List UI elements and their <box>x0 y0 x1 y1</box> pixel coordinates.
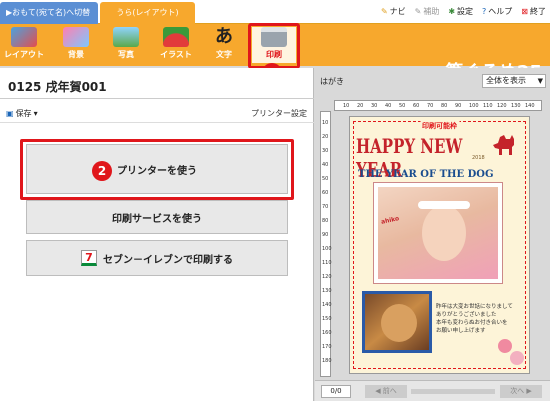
ruler-tick-label: 20 <box>322 134 329 140</box>
ruler-tick-label: 130 <box>322 288 332 294</box>
ruler-tick-label: 160 <box>322 330 332 336</box>
top-links: ✎ ナビ ✎ 補助 ✱ 設定 ? ヘルプ ⊠ 終了 <box>381 6 546 17</box>
greeting-text: 昨年は大変お世話になりまして ありがとうございました 本年も変わらぬお付き合いを… <box>436 304 513 334</box>
horizontal-scrollbar[interactable] <box>411 389 495 394</box>
ribbon-text-button[interactable]: あ 文字 <box>202 27 246 63</box>
step-badge-2: 2 <box>92 161 112 181</box>
ruler-tick-label: 130 <box>511 103 521 109</box>
ruler-tick-label: 100 <box>322 246 332 252</box>
divider <box>0 98 314 99</box>
prev-page-button[interactable]: ◀ 前へ <box>365 385 407 398</box>
ruler-tick-label: 110 <box>322 260 332 266</box>
baby-face <box>422 205 466 261</box>
dog-face <box>381 304 417 342</box>
vertical-ruler: 10 20 30 40 50 60 70 80 90 100 110 120 130 140 150 160 1… <box>320 111 332 377</box>
ruler-tick-label: 50 <box>322 176 329 182</box>
ruler-tick-label: 120 <box>322 274 332 280</box>
ruler-tick-label: 90 <box>455 103 462 109</box>
settings-link[interactable]: ✱ 設定 <box>448 6 473 17</box>
ruler-tick-label: 10 <box>322 120 329 126</box>
ruler-tick-label: 140 <box>322 302 332 308</box>
document-title: 0125 戌年賀001 <box>8 80 107 94</box>
ruler-tick-label: 110 <box>483 103 493 109</box>
photo-icon <box>113 27 139 47</box>
ruler-tick-label: 30 <box>322 148 329 154</box>
horizontal-ruler: 10 20 30 40 50 60 70 80 90 100 110 120 130 140 <box>334 100 542 111</box>
ruler-tick-label: 90 <box>322 232 329 238</box>
page-counter: 0/0 <box>321 385 351 398</box>
help-link[interactable]: ? ヘルプ <box>482 6 512 17</box>
text-icon: あ <box>215 26 233 47</box>
plum-flower-icon <box>498 339 512 353</box>
ruler-tick-label: 140 <box>525 103 535 109</box>
navi-link[interactable]: ✎ ナビ <box>381 6 406 17</box>
page-nav-bar: 0/0 ◀ 前へ 次へ ▶ <box>315 380 550 401</box>
preview-panel: はがき 全体を表示 ▼ 10 20 30 40 50 60 70 80 90 100 110 120 1… <box>315 68 550 401</box>
print-highlight-frame <box>248 23 300 69</box>
paper-size-label: はがき <box>320 77 344 86</box>
seven-eleven-logo-icon: 7 <box>81 250 97 266</box>
hokan-icon: ✎ <box>414 7 422 16</box>
dog-photo <box>362 291 432 353</box>
year-text: 2018 <box>472 155 485 161</box>
ruler-tick-label: 60 <box>413 103 420 109</box>
ruler-tick-label: 170 <box>322 344 332 350</box>
gear-icon: ✱ <box>448 7 456 16</box>
headband <box>418 201 470 209</box>
ruler-tick-label: 120 <box>497 103 507 109</box>
baby-photo: ahiko <box>374 183 502 283</box>
ribbon-layout-button[interactable]: レイアウト <box>2 27 46 63</box>
dog-silhouette-icon <box>493 135 514 155</box>
photo-caption: ahiko <box>380 215 400 226</box>
ruler-tick-label: 30 <box>371 103 378 109</box>
ruler-tick-label: 80 <box>441 103 448 109</box>
ribbon-background-button[interactable]: 背景 <box>54 27 98 63</box>
plum-flower-icon <box>510 351 524 365</box>
zoom-select[interactable]: 全体を表示 ▼ <box>482 74 546 88</box>
printable-area-label: 印刷可能枠 <box>420 121 459 131</box>
ruler-tick-label: 40 <box>385 103 392 109</box>
next-page-button[interactable]: 次へ ▶ <box>500 385 542 398</box>
exit-icon: ⊠ <box>521 7 528 16</box>
print-panel: 0125 戌年賀001 ▣ 保存 ▾ プリンター設定 プリンターを使う 2 印刷… <box>0 68 314 401</box>
save-menu-button[interactable]: ▣ 保存 ▾ <box>6 108 38 119</box>
save-icon: ▣ <box>6 109 14 118</box>
back-layout-tab[interactable]: うら(レイアウト) <box>100 2 195 24</box>
ruler-tick-label: 80 <box>322 218 329 224</box>
print-service-button[interactable]: 印刷サービスを使う <box>26 200 288 234</box>
watermelon-icon <box>163 27 189 47</box>
ruler-tick-label: 180 <box>322 358 332 364</box>
ruler-tick-label: 40 <box>322 162 329 168</box>
ribbon-illust-button[interactable]: イラスト <box>154 27 198 63</box>
navi-icon: ✎ <box>380 7 388 16</box>
divider <box>0 122 314 123</box>
layout-icon <box>11 27 37 47</box>
hokan-link[interactable]: ✎ 補助 <box>415 6 440 17</box>
postcard-preview: 印刷可能枠 HAPPY NEW YEAR 2018 THE YEAR OF TH… <box>349 116 530 374</box>
exit-link[interactable]: ⊠ 終了 <box>521 6 546 17</box>
ruler-tick-label: 70 <box>427 103 434 109</box>
help-icon: ? <box>482 7 487 16</box>
ruler-tick-label: 50 <box>399 103 406 109</box>
switch-to-front-tab[interactable]: ▶おもて(宛て名)へ切替 <box>0 2 98 24</box>
ruler-tick-label: 20 <box>357 103 364 109</box>
chevron-down-icon: ▾ <box>33 109 38 118</box>
printer-settings-button[interactable]: プリンター設定 <box>251 108 307 119</box>
ruler-tick-label: 100 <box>469 103 479 109</box>
ruler-tick-label: 70 <box>322 204 329 210</box>
ribbon-photo-button[interactable]: 写真 <box>104 27 148 63</box>
chevron-down-icon: ▼ <box>537 77 543 85</box>
top-tab-bar: ▶おもて(宛て名)へ切替 うら(レイアウト) ✎ ナビ ✎ 補助 ✱ 設定 ? ヘルプ … <box>0 0 550 24</box>
use-printer-highlight-frame <box>20 139 294 200</box>
ruler-tick-label: 150 <box>322 316 332 322</box>
background-icon <box>63 27 89 47</box>
ruler-tick-label: 10 <box>343 103 350 109</box>
year-of-the-dog-text: THE YEAR OF THE DOG <box>358 169 494 180</box>
seven-eleven-print-button[interactable]: 7 セブン－イレブンで印刷する <box>26 240 288 276</box>
ruler-tick-label: 60 <box>322 190 329 196</box>
